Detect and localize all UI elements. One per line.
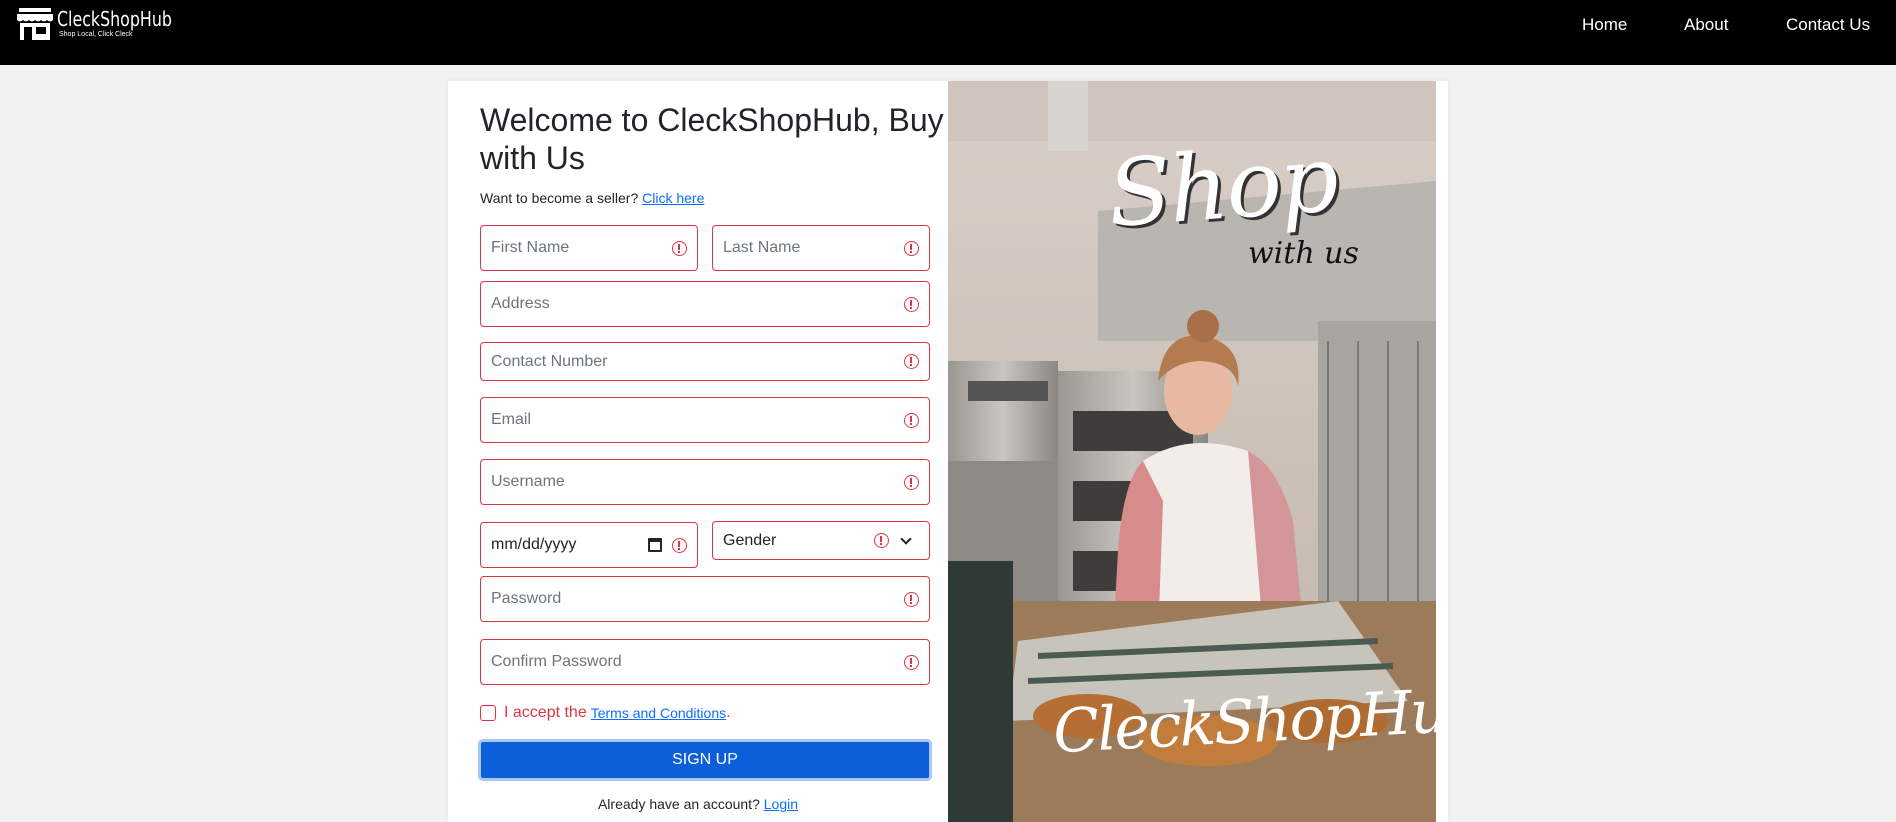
seller-prompt-text: Want to become a seller? xyxy=(480,190,639,206)
contact-number-field[interactable]: Contact Number xyxy=(480,342,930,381)
gender-selected-value: Gender xyxy=(723,531,777,549)
confirm-password-field[interactable]: Confirm Password xyxy=(480,639,930,685)
error-icon xyxy=(672,240,687,256)
confirm-password-placeholder: Confirm Password xyxy=(491,653,622,670)
nav-home-link[interactable]: Home xyxy=(1582,15,1627,35)
calendar-icon[interactable] xyxy=(648,538,662,552)
overlay-shop-text: Shop xyxy=(1104,125,1341,248)
gender-select[interactable]: Gender xyxy=(712,521,930,560)
password-field[interactable]: Password xyxy=(480,576,930,622)
address-field[interactable]: Address xyxy=(480,281,930,327)
login-prompt: Already have an account? Login xyxy=(448,796,948,812)
nav-about-link[interactable]: About xyxy=(1684,15,1728,35)
login-prompt-text: Already have an account? xyxy=(597,796,760,812)
terms-link[interactable]: Terms and Conditions xyxy=(591,705,726,721)
brand-name: CleckShopHub xyxy=(57,7,172,31)
terms-row: I accept the Terms and Conditions . xyxy=(480,704,731,722)
error-icon xyxy=(904,654,919,670)
username-placeholder: Username xyxy=(491,473,565,490)
last-name-placeholder: Last Name xyxy=(723,239,801,256)
seller-prompt: Want to become a seller? Click here xyxy=(480,190,704,206)
error-icon xyxy=(672,537,687,553)
storefront-icon xyxy=(17,8,53,40)
page-title: Welcome to CleckShopHub, Buy with Us xyxy=(480,102,944,176)
first-name-placeholder: First Name xyxy=(491,239,570,256)
login-link[interactable]: Login xyxy=(764,796,798,812)
become-seller-link[interactable]: Click here xyxy=(642,190,704,206)
address-placeholder: Address xyxy=(491,295,550,312)
terms-label: I accept the xyxy=(504,704,587,721)
username-field[interactable]: Username xyxy=(480,459,930,505)
error-icon xyxy=(874,533,889,548)
navbar: CleckShopHub Shop Local, Click Cleck Hom… xyxy=(0,0,1896,65)
error-icon xyxy=(904,591,919,607)
hero-image: Shop with us CleckShopHub xyxy=(948,81,1436,822)
signup-button[interactable]: SIGN UP xyxy=(478,739,932,781)
email-field[interactable]: Email xyxy=(480,397,930,443)
error-icon xyxy=(904,296,919,312)
signup-card: Welcome to CleckShopHub, Buy with Us Wan… xyxy=(448,81,1448,822)
last-name-field[interactable]: Last Name xyxy=(712,225,930,271)
brand-logo[interactable]: CleckShopHub Shop Local, Click Cleck xyxy=(15,6,188,42)
password-placeholder: Password xyxy=(491,590,562,607)
error-icon xyxy=(904,354,919,369)
brand-tagline: Shop Local, Click Cleck xyxy=(59,31,133,38)
contact-number-placeholder: Contact Number xyxy=(491,352,608,370)
chevron-down-icon xyxy=(901,536,911,546)
signup-form: Welcome to CleckShopHub, Buy with Us Wan… xyxy=(448,81,948,822)
error-icon xyxy=(904,240,919,256)
error-icon xyxy=(904,474,919,490)
error-icon xyxy=(904,412,919,428)
date-of-birth-placeholder: mm/dd/yyyy xyxy=(491,536,577,553)
email-placeholder: Email xyxy=(491,411,532,428)
first-name-field[interactable]: First Name xyxy=(480,225,698,271)
terms-checkbox[interactable] xyxy=(480,705,496,721)
date-of-birth-field[interactable]: mm/dd/yyyy xyxy=(480,522,698,568)
terms-suffix: . xyxy=(726,704,731,721)
nav-contact-link[interactable]: Contact Us xyxy=(1786,15,1870,35)
overlay-with-us-text: with us xyxy=(1248,236,1359,271)
